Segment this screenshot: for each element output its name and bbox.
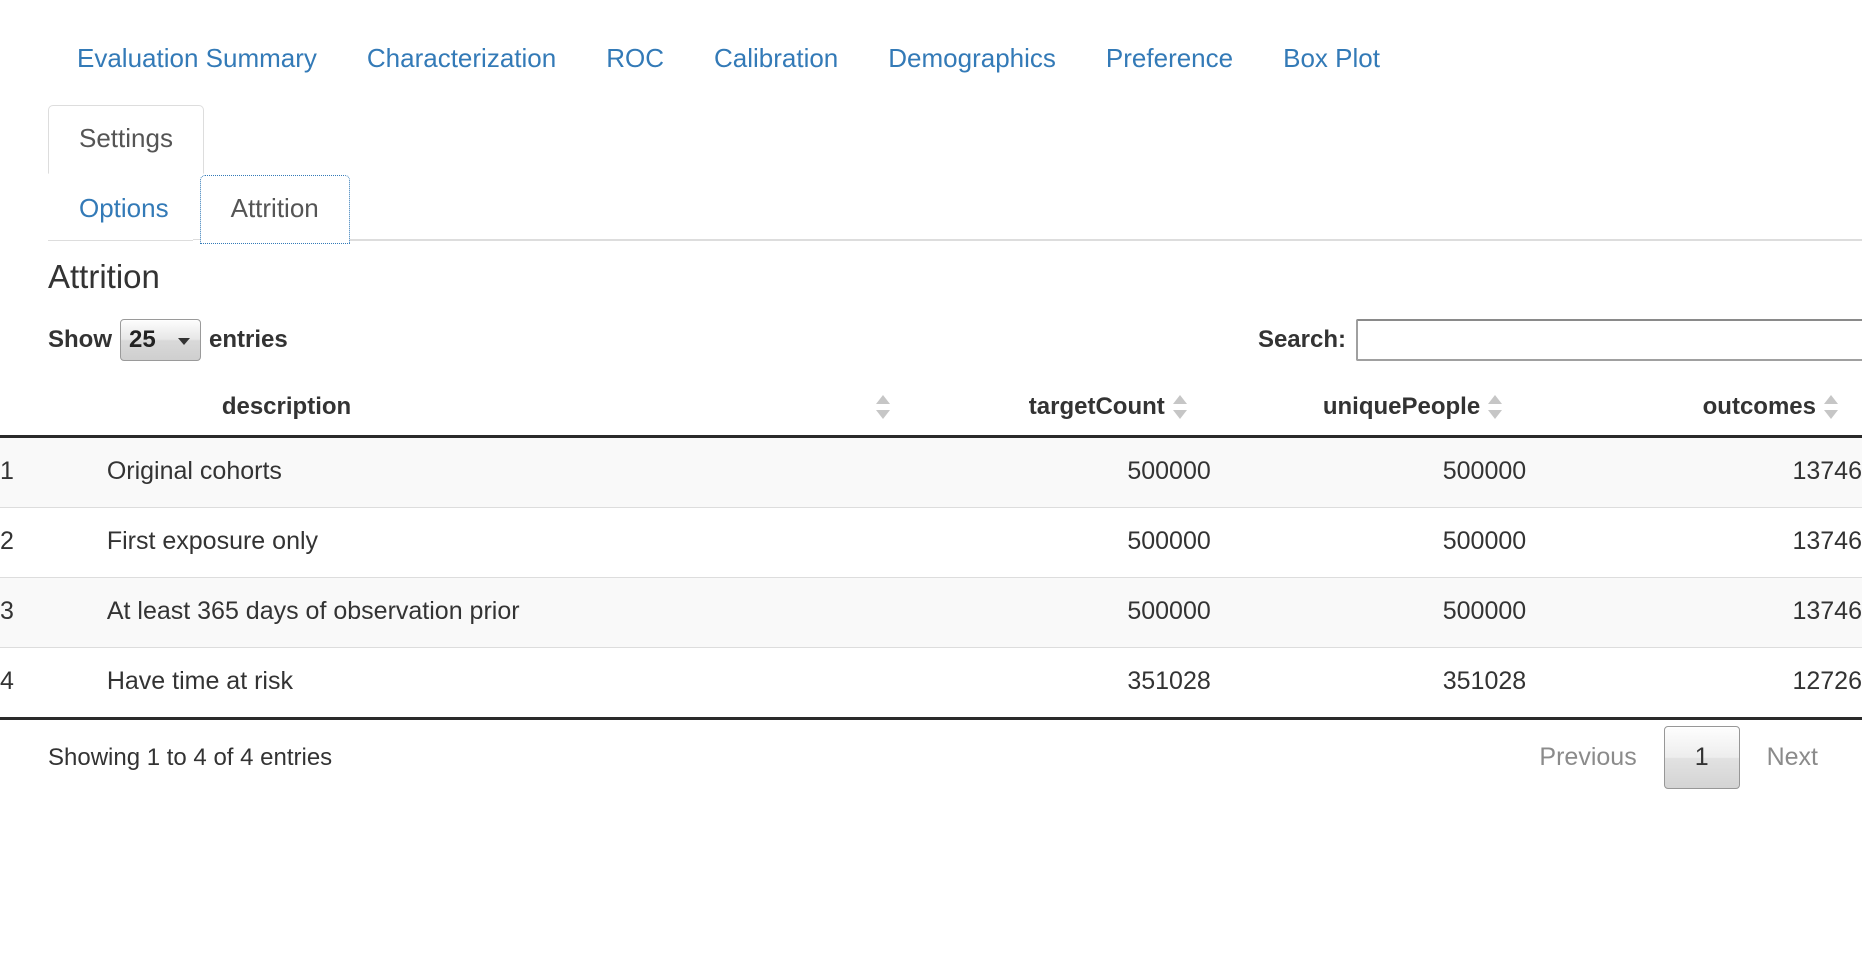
column-header-description-label: description	[221, 393, 352, 421]
pagination-previous[interactable]: Previous	[1520, 728, 1655, 787]
column-header-targetcount-label: targetCount	[1028, 393, 1165, 421]
entries-label: entries	[209, 326, 288, 354]
sort-arrows-icon	[875, 394, 890, 420]
cell-description: Have time at risk	[106, 647, 916, 721]
table-row[interactable]: 3 At least 365 days of observation prior…	[0, 577, 1862, 649]
tab-box-plot[interactable]: Box Plot	[1258, 32, 1405, 84]
sort-arrows-icon	[1824, 394, 1838, 420]
attrition-table: description targetCount uniquePeople out…	[0, 381, 1862, 721]
tab-roc[interactable]: ROC	[581, 32, 689, 84]
attrition-panel: Attrition Show 10 25 50 100 entries Sear…	[0, 241, 1862, 812]
search-label: Search:	[1257, 326, 1346, 354]
cell-outcomes: 13746	[1526, 436, 1862, 509]
cell-uniquepeople: 500000	[1210, 577, 1527, 649]
table-info: Showing 1 to 4 of 4 entries	[48, 744, 333, 772]
pagination: Previous 1 Next	[1520, 726, 1837, 790]
table-head: description targetCount uniquePeople out…	[0, 381, 1862, 439]
primary-tab-bar: Evaluation Summary Characterization ROC …	[48, 32, 1405, 88]
tab-calibration[interactable]: Calibration	[689, 32, 863, 84]
cell-targetcount: 351028	[915, 647, 1211, 721]
cell-description: First exposure only	[106, 507, 916, 579]
row-index: 4	[0, 647, 107, 721]
page-title: Attrition	[48, 258, 160, 295]
cell-outcomes: 12726	[1526, 647, 1862, 721]
entries-select[interactable]: 10 25 50 100	[120, 319, 201, 362]
row-index: 2	[0, 507, 107, 579]
datatable-controls: Show 10 25 50 100 entries Search:	[0, 309, 1862, 371]
entries-length-control: Show 10 25 50 100 entries	[48, 319, 288, 362]
table-header-row: description targetCount uniquePeople out…	[0, 381, 1862, 439]
pagination-next[interactable]: Next	[1748, 728, 1837, 787]
column-header-index	[0, 381, 107, 439]
search-input[interactable]	[1356, 319, 1862, 362]
secondary-tab-bar: Settings	[48, 105, 204, 174]
tab-options[interactable]: Options	[48, 175, 200, 244]
cell-description: Original cohorts	[106, 436, 916, 509]
datatable-footer: Showing 1 to 4 of 4 entries Previous 1 N…	[0, 720, 1862, 812]
tertiary-tab-bar: Options Attrition	[48, 175, 350, 244]
cell-outcomes: 13746	[1526, 507, 1862, 579]
column-header-outcomes-label: outcomes	[1702, 393, 1816, 421]
cell-outcomes: 13746	[1526, 577, 1862, 649]
sort-arrows-icon	[1488, 394, 1503, 420]
tab-characterization[interactable]: Characterization	[342, 32, 581, 84]
sort-arrows-icon	[1172, 394, 1187, 420]
entries-select-wrap: 10 25 50 100	[120, 319, 201, 362]
cell-targetcount: 500000	[915, 436, 1211, 509]
tab-settings[interactable]: Settings	[48, 105, 204, 174]
column-header-uniquepeople[interactable]: uniquePeople	[1210, 381, 1527, 439]
row-index: 3	[0, 577, 107, 649]
pagination-page-1[interactable]: 1	[1663, 726, 1740, 790]
cell-targetcount: 500000	[915, 507, 1211, 579]
table-row[interactable]: 4 Have time at risk 351028 351028 12726	[0, 647, 1862, 721]
tab-demographics[interactable]: Demographics	[863, 32, 1081, 84]
cell-description: At least 365 days of observation prior	[106, 577, 916, 649]
cell-targetcount: 500000	[915, 577, 1211, 649]
row-index: 1	[0, 436, 107, 509]
cell-uniquepeople: 351028	[1210, 647, 1527, 721]
attrition-page: Evaluation Summary Characterization ROC …	[0, 0, 1862, 960]
cell-uniquepeople: 500000	[1210, 436, 1527, 509]
tab-preference[interactable]: Preference	[1081, 32, 1258, 84]
table-row[interactable]: 2 First exposure only 500000 500000 1374…	[0, 507, 1862, 579]
cell-uniquepeople: 500000	[1210, 507, 1527, 579]
column-header-targetcount[interactable]: targetCount	[915, 381, 1211, 439]
tab-evaluation-summary[interactable]: Evaluation Summary	[48, 32, 342, 84]
search-control: Search:	[1257, 319, 1862, 362]
column-header-description[interactable]: description	[106, 381, 916, 439]
column-header-uniquepeople-label: uniquePeople	[1322, 393, 1481, 421]
table-body: 1 Original cohorts 500000 500000 13746 2…	[0, 436, 1862, 721]
show-label: Show	[48, 326, 112, 354]
table-row[interactable]: 1 Original cohorts 500000 500000 13746	[0, 436, 1862, 509]
tab-attrition[interactable]: Attrition	[199, 175, 350, 244]
column-header-outcomes[interactable]: outcomes	[1526, 381, 1862, 439]
